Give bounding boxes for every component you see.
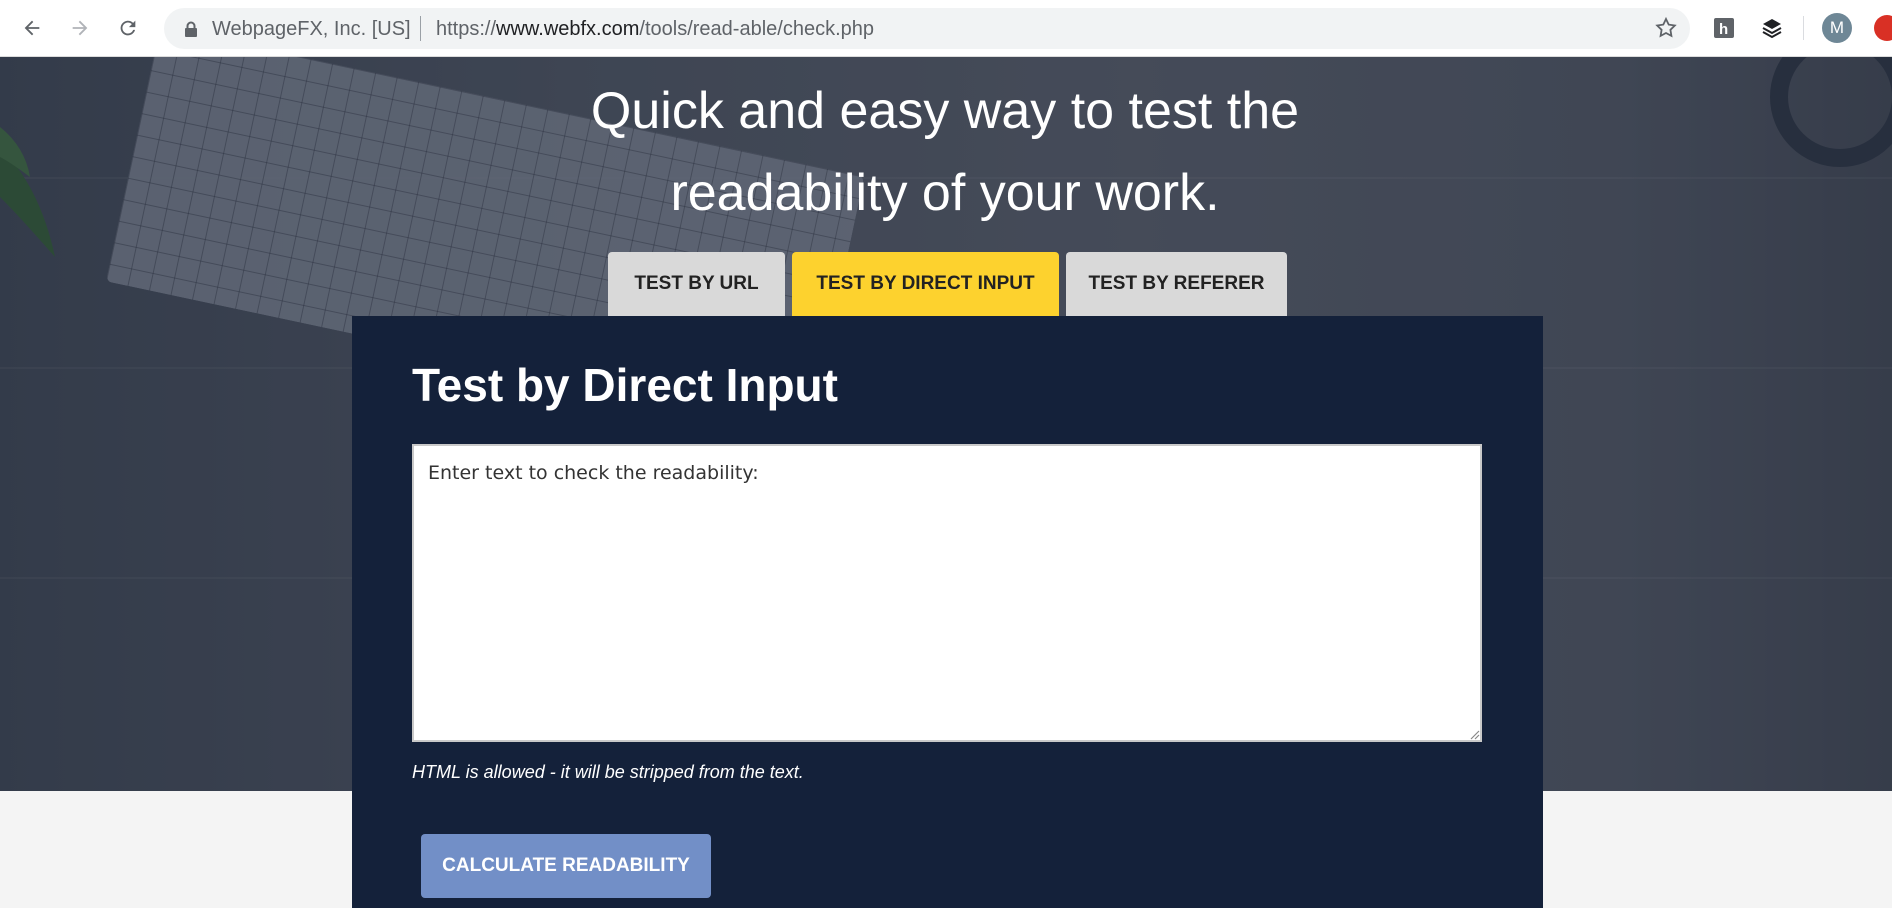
- h-logo-icon: h: [1714, 18, 1734, 38]
- address-separator: [420, 16, 421, 41]
- forward-button[interactable]: [62, 10, 98, 46]
- calculate-readability-button[interactable]: CALCULATE READABILITY: [421, 834, 711, 898]
- reload-icon: [120, 20, 136, 36]
- toolbar-divider: [1803, 16, 1804, 40]
- extension-h-icon[interactable]: h: [1708, 12, 1740, 44]
- resize-handle-icon[interactable]: [1468, 728, 1480, 740]
- url-scheme: https://: [436, 18, 497, 40]
- hero-headline: Quick and easy way to test the readabili…: [450, 70, 1440, 234]
- layers-icon: [1762, 19, 1782, 39]
- html-allowed-hint: HTML is allowed - it will be stripped fr…: [412, 762, 804, 782]
- url-text: https://www.webfx.com/tools/read-able/ch…: [436, 18, 874, 41]
- headline-line-1: Quick and easy way to test the: [590, 82, 1300, 140]
- forward-arrow-icon: [72, 20, 88, 36]
- address-bar[interactable]: WebpageFX, Inc. [US] https://www.webfx.c…: [164, 8, 1690, 49]
- site-identity: WebpageFX, Inc. [US]: [212, 18, 411, 40]
- url-path: /tools/read-able/check.php: [639, 18, 874, 40]
- extension-layers-icon[interactable]: [1756, 12, 1788, 44]
- panel-title: Test by Direct Input: [412, 359, 838, 411]
- url-host: www.webfx.com: [496, 18, 640, 40]
- back-button[interactable]: [14, 10, 50, 46]
- profile-avatar[interactable]: M: [1822, 13, 1852, 43]
- back-arrow-icon: [24, 20, 40, 36]
- svg-text:h: h: [1719, 21, 1728, 38]
- browser-toolbar: WebpageFX, Inc. [US] https://www.webfx.c…: [0, 0, 1892, 57]
- test-mode-tabs: TEST BY URL TEST BY DIRECT INPUT TEST BY…: [0, 252, 1892, 316]
- extension-red-icon[interactable]: [1874, 15, 1892, 41]
- headline-line-2: readability of your work.: [670, 164, 1220, 222]
- reload-button[interactable]: [110, 10, 146, 46]
- bookmark-star-icon[interactable]: [1654, 16, 1678, 40]
- tab-test-by-url[interactable]: TEST BY URL: [608, 252, 785, 316]
- tab-test-by-referer[interactable]: TEST BY REFERER: [1066, 252, 1287, 316]
- readability-text-input[interactable]: [412, 444, 1482, 742]
- tab-test-by-direct-input[interactable]: TEST BY DIRECT INPUT: [792, 252, 1059, 316]
- direct-input-panel: Test by Direct Input HTML is allowed - i…: [352, 316, 1543, 908]
- lock-icon: [185, 21, 197, 37]
